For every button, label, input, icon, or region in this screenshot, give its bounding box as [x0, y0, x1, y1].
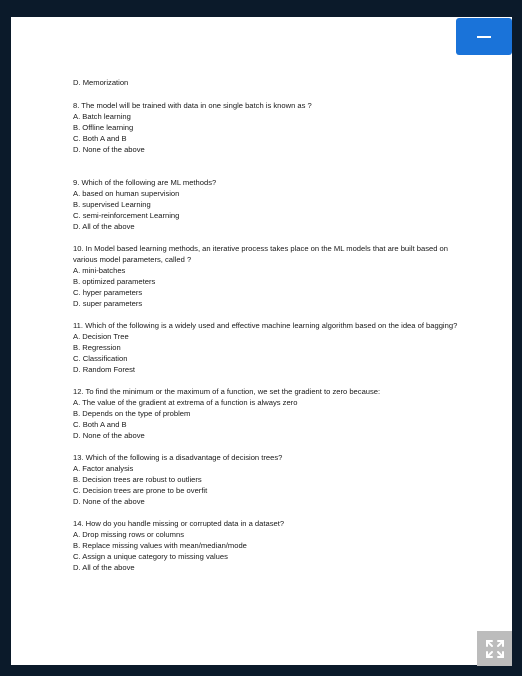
- answer-option: C. hyper parameters: [73, 288, 143, 297]
- question-block: 9. Which of the following are ML methods…: [73, 177, 468, 232]
- question-text: 13. Which of the following is a disadvan…: [73, 453, 283, 462]
- answer-option: C. Decision trees are prone to be overfi…: [73, 486, 208, 495]
- question-text: 11. Which of the following is a widely u…: [73, 321, 458, 330]
- question-block: 8. The model will be trained with data i…: [73, 100, 468, 155]
- answer-option: C. Both A and B: [73, 134, 127, 143]
- question-block: 11. Which of the following is a widely u…: [73, 320, 468, 375]
- answer-option: A. Drop missing rows or columns: [73, 530, 184, 539]
- minus-icon: [477, 35, 491, 38]
- answer-option: B. Depends on the type of problem: [73, 409, 191, 418]
- answer-option: D. None of the above: [73, 145, 145, 154]
- answer-option: A. mini-batches: [73, 266, 126, 275]
- answer-option: C. Classification: [73, 354, 128, 363]
- answer-option: D. None of the above: [73, 497, 145, 506]
- question-text: 12. To find the minimum or the maximum o…: [73, 387, 381, 396]
- expand-arrows-icon: [485, 639, 504, 658]
- answer-option: D. Random Forest: [73, 365, 136, 374]
- question-block: 13. Which of the following is a disadvan…: [73, 452, 468, 507]
- answer-option: B. Regression: [73, 343, 121, 352]
- fullscreen-button[interactable]: [477, 631, 512, 666]
- question-text: 8. The model will be trained with data i…: [73, 101, 312, 110]
- answer-option: A. based on human supervision: [73, 189, 180, 198]
- question-block: 12. To find the minimum or the maximum o…: [73, 386, 468, 441]
- question-block: 10. In Model based learning methods, an …: [73, 243, 468, 309]
- menu-button[interactable]: [456, 18, 512, 55]
- answer-option: B. optimized parameters: [73, 277, 156, 286]
- document-content: D. Memorization 8. The model will be tra…: [73, 77, 468, 584]
- answer-option: C. Both A and B: [73, 420, 127, 429]
- question-text: 14. How do you handle missing or corrupt…: [73, 519, 285, 528]
- answer-option: B. supervised Learning: [73, 200, 151, 209]
- answer-option: A. Decision Tree: [73, 332, 129, 341]
- answer-option: D. None of the above: [73, 431, 145, 440]
- question-text: 9. Which of the following are ML methods…: [73, 178, 217, 187]
- answer-option: D. All of the above: [73, 222, 135, 231]
- question-text: 10. In Model based learning methods, an …: [73, 244, 448, 264]
- answer-option: A. The value of the gradient at extrema …: [73, 398, 298, 407]
- answer-option: B. Decision trees are robust to outliers: [73, 475, 202, 484]
- answer-option: C. semi-reinforcement Learning: [73, 211, 180, 220]
- question-block: 14. How do you handle missing or corrupt…: [73, 518, 468, 573]
- document-page: D. Memorization 8. The model will be tra…: [11, 17, 512, 665]
- answer-option: D. All of the above: [73, 563, 135, 572]
- answer-option: A. Batch learning: [73, 112, 131, 121]
- lead-line: D. Memorization: [73, 78, 129, 87]
- answer-option: A. Factor analysis: [73, 464, 134, 473]
- answer-option: B. Offline learning: [73, 123, 134, 132]
- answer-option: D. super parameters: [73, 299, 143, 308]
- answer-option: C. Assign a unique category to missing v…: [73, 552, 228, 561]
- answer-option: B. Replace missing values with mean/medi…: [73, 541, 247, 550]
